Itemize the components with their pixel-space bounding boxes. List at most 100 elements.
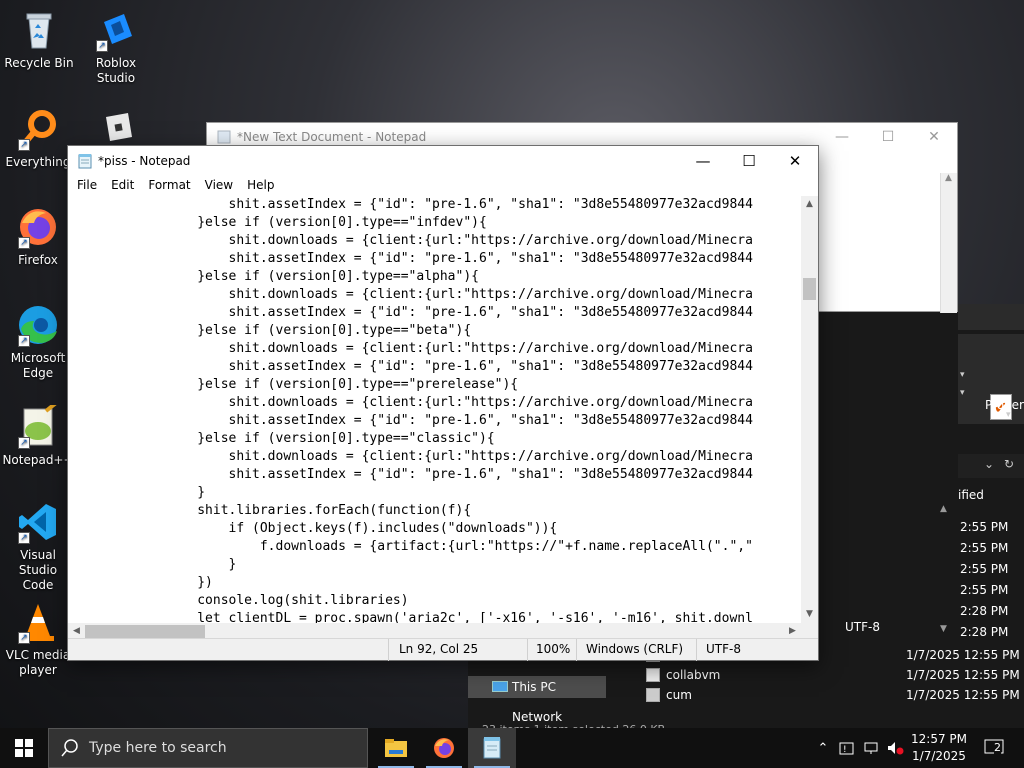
desktop-icon-vlc[interactable]: ↗ VLC media player: [0, 600, 76, 678]
notepad-icon: [483, 737, 501, 759]
shortcut-arrow-icon: ↗: [18, 437, 30, 449]
address-bar-fragment: ⌄ ↻: [958, 454, 1024, 478]
security-shield-icon[interactable]: !: [836, 728, 858, 768]
desktop-icon-label: Visual Studio Code: [18, 548, 58, 592]
clock-date: 1/7/2025: [912, 749, 966, 763]
minimize-button[interactable]: —: [819, 123, 865, 151]
vertical-scroll-thumb[interactable]: [803, 278, 816, 300]
modified-time-3: 2:55 PM: [960, 562, 1009, 576]
desktop-icon-visual-studio-code[interactable]: ↗ Visual Studio Code: [0, 500, 76, 593]
scroll-up-arrow-icon[interactable]: ▲: [801, 196, 818, 213]
editor-line[interactable]: shit.downloads = {client:{url:"https://a…: [72, 394, 801, 412]
notification-center-icon[interactable]: 2: [980, 728, 1010, 768]
taskbar-firefox[interactable]: [420, 728, 468, 768]
close-button[interactable]: ✕: [772, 146, 818, 176]
editor-line[interactable]: shit.downloads = {client:{url:"https://a…: [72, 448, 801, 466]
column-header-date-modified[interactable]: ified: [958, 488, 984, 502]
scroll-down-arrow-icon[interactable]: ▼: [801, 606, 818, 623]
menu-edit[interactable]: Edit: [104, 176, 141, 196]
encoding-label-fragment: UTF-8: [845, 620, 880, 634]
volume-muted-icon[interactable]: [884, 728, 906, 768]
editor-line[interactable]: shit.downloads = {client:{url:"https://a…: [72, 232, 801, 250]
menu-file[interactable]: File: [70, 176, 104, 196]
editor-line[interactable]: shit.assetIndex = {"id": "pre-1.6", "sha…: [72, 304, 801, 322]
title-bar[interactable]: *piss - Notepad — ☐ ✕: [68, 146, 818, 176]
text-editor[interactable]: shit.assetIndex = {"id": "pre-1.6", "sha…: [68, 196, 801, 623]
editor-line[interactable]: shit.downloads = {client:{url:"https://a…: [72, 286, 801, 304]
text-file-icon: [646, 668, 660, 682]
vertical-scrollbar[interactable]: ▲: [940, 173, 957, 313]
ribbon-dropdown-icon-2[interactable]: ▾: [960, 388, 965, 398]
editor-line[interactable]: }else if (version[0].type=="alpha"){: [72, 268, 801, 286]
properties-dropdown-icon[interactable]: ▾: [1006, 410, 1011, 420]
editor-line[interactable]: }else if (version[0].type=="prerelease")…: [72, 376, 801, 394]
table-row[interactable]: collabvm 1/7/2025 12:55 PM: [644, 666, 1024, 686]
network-icon[interactable]: [860, 728, 882, 768]
editor-line[interactable]: shit.assetIndex = {"id": "pre-1.6", "sha…: [72, 466, 801, 484]
folder-icon: [385, 739, 407, 757]
editor-line[interactable]: console.log(shit.libraries): [72, 592, 801, 610]
editor-line[interactable]: }: [72, 556, 801, 574]
desktop-icon-label: Notepad++: [2, 453, 74, 467]
desktop-icon-recycle-bin[interactable]: Recycle Bin: [1, 8, 77, 71]
menu-help[interactable]: Help: [240, 176, 281, 196]
taskbar-file-explorer[interactable]: [372, 728, 420, 768]
refresh-icon[interactable]: ↻: [1004, 457, 1014, 471]
editor-line[interactable]: if (Object.keys(f).includes("downloads")…: [72, 520, 801, 538]
taskbar-notepad[interactable]: [468, 728, 516, 768]
everything-search-icon: ↗: [16, 107, 60, 151]
editor-line[interactable]: }: [72, 484, 801, 502]
vscode-icon: ↗: [16, 500, 60, 544]
vertical-scrollbar[interactable]: ▲ ▼: [801, 196, 818, 623]
computer-icon: [492, 681, 508, 692]
nav-item-this-pc[interactable]: This PC: [468, 676, 606, 698]
desktop-icon-label: VLC media player: [5, 648, 71, 677]
notepad-window[interactable]: *piss - Notepad — ☐ ✕ File Edit Format V…: [67, 145, 819, 661]
notepad-icon: [78, 154, 92, 169]
desktop-icon-everything[interactable]: ↗ Everything: [0, 107, 76, 170]
file-date: 1/7/2025 12:55 PM: [906, 648, 1020, 662]
editor-content[interactable]: shit.assetIndex = {"id": "pre-1.6", "sha…: [68, 196, 801, 623]
minimize-button[interactable]: —: [680, 146, 726, 176]
desktop-icon-microsoft-edge[interactable]: ↗ Microsoft Edge: [0, 303, 76, 381]
shortcut-arrow-icon: ↗: [18, 335, 30, 347]
status-divider: [388, 639, 389, 661]
window-title: *New Text Document - Notepad: [237, 130, 427, 144]
taskbar-search-box[interactable]: Type here to search: [48, 728, 368, 768]
editor-line[interactable]: }): [72, 574, 801, 592]
editor-line[interactable]: }else if (version[0].type=="infdev"){: [72, 214, 801, 232]
editor-line[interactable]: shit.libraries.forEach(function(f){: [72, 502, 801, 520]
taskbar: Type here to search ⌃ ! 12:57 PM 1/7/202…: [0, 728, 1024, 768]
editor-line[interactable]: }else if (version[0].type=="classic"){: [72, 430, 801, 448]
desktop-icon-firefox[interactable]: ↗ Firefox: [0, 205, 76, 268]
table-row[interactable]: cum 1/7/2025 12:55 PM: [644, 686, 1024, 706]
chevron-down-icon[interactable]: ⌄: [984, 457, 994, 471]
editor-line[interactable]: let clientDL = proc.spawn('aria2c', ['-x…: [72, 610, 801, 623]
editor-line[interactable]: shit.assetIndex = {"id": "pre-1.6", "sha…: [72, 358, 801, 376]
edge-icon: ↗: [16, 303, 60, 347]
maximize-button[interactable]: ☐: [726, 146, 772, 176]
editor-line[interactable]: }else if (version[0].type=="beta"){: [72, 322, 801, 340]
editor-line[interactable]: f.downloads = {artifact:{url:"https://"+…: [72, 538, 801, 556]
editor-line[interactable]: shit.assetIndex = {"id": "pre-1.6", "sha…: [72, 412, 801, 430]
modified-time-6: 2:28 PM: [960, 625, 1009, 639]
editor-line[interactable]: shit.assetIndex = {"id": "pre-1.6", "sha…: [72, 250, 801, 268]
file-date: 1/7/2025 12:55 PM: [906, 688, 1020, 702]
maximize-button[interactable]: ☐: [865, 123, 911, 151]
taskbar-clock[interactable]: 12:57 PM 1/7/2025: [905, 731, 973, 765]
ribbon-properties-label[interactable]: Propert: [985, 398, 1024, 412]
file-name: collabvm: [666, 668, 721, 682]
menu-format[interactable]: Format: [141, 176, 197, 196]
editor-line[interactable]: shit.assetIndex = {"id": "pre-1.6", "sha…: [72, 196, 801, 214]
explorer-scrollbar[interactable]: ▲ ▼: [940, 504, 956, 644]
ribbon-dropdown-icon[interactable]: ▾: [960, 370, 965, 380]
close-button[interactable]: ✕: [911, 123, 957, 151]
editor-line[interactable]: shit.downloads = {client:{url:"https://a…: [72, 340, 801, 358]
show-hidden-icons-chevron-icon[interactable]: ⌃: [812, 728, 834, 768]
menu-view[interactable]: View: [198, 176, 240, 196]
desktop-icon-roblox-studio[interactable]: ↗ Roblox Studio: [78, 8, 154, 86]
start-button[interactable]: [0, 728, 48, 768]
horizontal-scroll-thumb[interactable]: [85, 625, 205, 638]
desktop-icon-notepad-plus-plus[interactable]: ↗ Notepad++: [0, 401, 76, 468]
search-placeholder: Type here to search: [89, 740, 227, 756]
